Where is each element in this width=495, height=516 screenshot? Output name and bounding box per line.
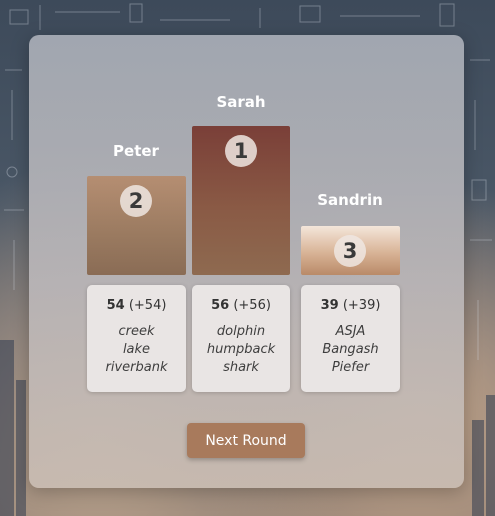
rank-badge-third: 3 [334,235,366,267]
player-name-first: Sarah [216,93,266,111]
word-item: humpback [206,342,276,357]
podium-bar-first: 1 [192,126,290,275]
word-item: lake [122,342,151,357]
next-round-button[interactable]: Next Round [187,423,305,458]
score-card-third: 39 (+39) ASJA Bangash Piefer [301,285,400,392]
word-item: riverbank [105,360,168,375]
score-card-first: 56 (+56) dolphin humpback shark [192,285,290,392]
word-list: creek lake riverbank [87,323,186,377]
score-delta: (+56) [233,298,271,313]
rank-badge-second: 2 [120,185,152,217]
score-value: 39 [320,298,339,313]
word-item: shark [223,360,259,375]
word-item: ASJA [335,324,366,339]
word-item: dolphin [216,324,266,339]
score-line: 54 (+54) [87,298,186,314]
score-delta: (+39) [342,298,381,313]
word-list: ASJA Bangash Piefer [301,323,400,377]
score-line: 39 (+39) [301,298,400,314]
word-item: Bangash [322,342,379,357]
player-name-third: Sandrin [317,191,383,209]
word-item: creek [118,324,155,339]
podium-bar-third: 3 [301,226,400,275]
score-value: 54 [106,298,125,313]
score-card-second: 54 (+54) creek lake riverbank [87,285,186,392]
score-value: 56 [211,298,230,313]
player-name-second: Peter [113,142,159,160]
word-list: dolphin humpback shark [192,323,290,377]
rank-badge-first: 1 [225,135,257,167]
score-line: 56 (+56) [192,298,290,314]
word-item: Piefer [331,360,370,375]
score-delta: (+54) [128,298,167,313]
podium-bar-second: 2 [87,176,186,275]
